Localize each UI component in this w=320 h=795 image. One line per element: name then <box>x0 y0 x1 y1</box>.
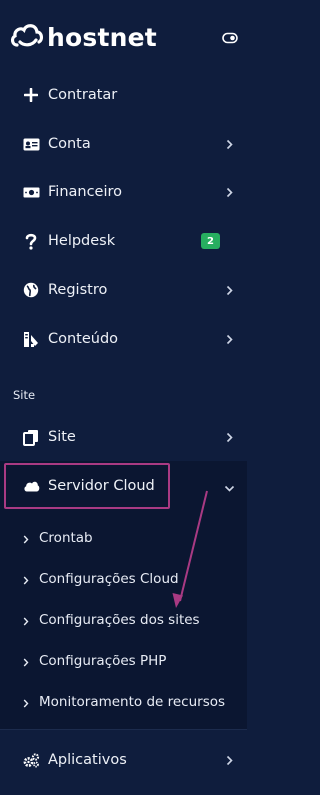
menu-item-label: Site <box>48 429 76 445</box>
menu-item-label: Financeiro <box>48 184 123 200</box>
chevron-right-icon <box>226 281 233 300</box>
section-label-site: Site <box>13 388 36 402</box>
question-icon <box>22 232 40 250</box>
chevron-right-icon <box>226 428 233 447</box>
plus-icon <box>22 86 40 104</box>
menu-item-label: Conta <box>48 136 91 152</box>
chevron-right-icon <box>226 135 233 154</box>
chevron-right-icon <box>23 570 29 589</box>
chevron-right-icon <box>23 611 29 630</box>
chevron-right-icon <box>226 751 233 770</box>
brand-name: hostnet <box>47 22 157 52</box>
chevron-right-icon <box>23 693 29 712</box>
divider <box>0 729 247 730</box>
submenu-item-configuracoes-cloud[interactable]: Configurações Cloud <box>0 564 247 594</box>
chevron-down-icon <box>224 477 235 496</box>
chevron-right-icon <box>226 330 233 349</box>
menu-item-label: Aplicativos <box>48 752 127 768</box>
menu-item-label: Helpdesk <box>48 233 116 249</box>
logo[interactable]: hostnet <box>10 18 157 56</box>
toggle-sidebar-icon[interactable] <box>222 29 238 48</box>
highlight-annotation-box <box>4 463 170 509</box>
menu-item-label: Conteúdo <box>48 331 119 347</box>
submenu-item-label: Configurações dos sites <box>39 612 200 628</box>
menu-item-contratar[interactable]: Contratar <box>0 75 247 115</box>
copy-icon <box>22 428 40 446</box>
menu-item-label: Contratar <box>48 87 118 103</box>
content-icon <box>22 330 40 348</box>
submenu-item-configuracoes-php[interactable]: Configurações PHP <box>0 646 247 676</box>
id-card-icon <box>22 135 40 153</box>
chevron-right-icon <box>226 183 233 202</box>
cogs-icon <box>22 751 40 769</box>
sidebar-header: hostnet <box>0 0 247 76</box>
helpdesk-count-badge: 2 <box>201 233 220 249</box>
menu-item-site[interactable]: Site <box>0 417 247 457</box>
submenu-item-crontab[interactable]: Crontab <box>0 523 247 553</box>
menu-item-conta[interactable]: Conta <box>0 124 247 164</box>
chevron-right-icon <box>23 529 29 548</box>
money-bill-icon <box>22 183 40 201</box>
globe-icon <box>22 281 40 299</box>
chevron-right-icon <box>23 652 29 671</box>
submenu-item-monitoramento-de-recursos[interactable]: Monitoramento de recursos <box>0 687 247 717</box>
submenu-item-label: Crontab <box>39 530 93 546</box>
cloud-logo-icon <box>10 18 44 56</box>
submenu-item-label: Monitoramento de recursos <box>39 694 226 710</box>
submenu-item-label: Configurações PHP <box>39 653 167 669</box>
menu-item-conteudo[interactable]: Conteúdo <box>0 319 247 359</box>
submenu-item-configuracoes-dos-sites[interactable]: Configurações dos sites <box>0 605 247 635</box>
menu-item-registro[interactable]: Registro <box>0 270 247 310</box>
menu-item-helpdesk[interactable]: Helpdesk 2 <box>0 221 247 261</box>
menu-item-aplicativos[interactable]: Aplicativos <box>0 740 247 780</box>
submenu-item-label: Configurações Cloud <box>39 571 179 587</box>
menu-item-label: Registro <box>48 282 108 298</box>
menu-item-financeiro[interactable]: Financeiro <box>0 172 247 212</box>
